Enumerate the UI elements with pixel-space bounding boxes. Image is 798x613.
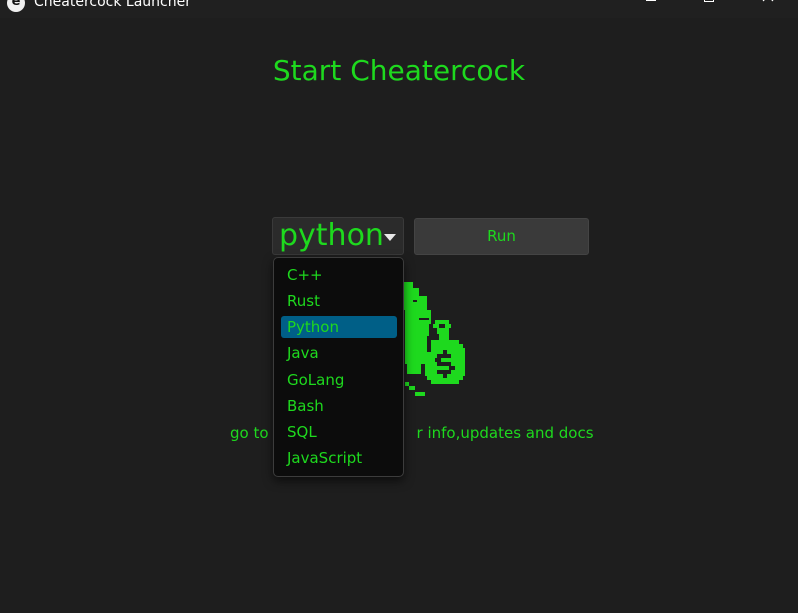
option-javascript[interactable]: JavaScript <box>281 447 397 469</box>
money-bag-logo <box>401 282 465 396</box>
option-rust[interactable]: Rust <box>281 290 397 312</box>
maximize-icon[interactable] <box>686 0 732 12</box>
window-title: Cheatercock Launcher <box>34 0 191 10</box>
launcher-window: e Cheatercock Launcher Start Cheatercock… <box>0 0 798 613</box>
language-select-value: python <box>279 218 384 253</box>
page-title: Start Cheatercock <box>272 54 526 87</box>
close-icon[interactable] <box>745 0 791 12</box>
minimize-icon[interactable] <box>628 0 674 12</box>
language-select[interactable]: python <box>272 217 404 255</box>
option-python[interactable]: Python <box>281 316 397 338</box>
info-text-left: go to <box>230 424 269 442</box>
option-golang[interactable]: GoLang <box>281 369 397 391</box>
run-button[interactable]: Run <box>414 218 589 255</box>
title-bar: e Cheatercock Launcher <box>0 0 798 18</box>
dropdown-arrow-icon <box>384 234 396 241</box>
option-bash[interactable]: Bash <box>281 395 397 417</box>
option-cpp[interactable]: C++ <box>281 264 397 286</box>
option-sql[interactable]: SQL <box>281 421 397 443</box>
info-text-right: r info,updates and docs <box>416 424 594 442</box>
language-dropdown-list: C++ Rust Python Java GoLang Bash SQL Jav… <box>273 257 404 477</box>
option-java[interactable]: Java <box>281 342 397 364</box>
app-icon: e <box>7 0 25 12</box>
